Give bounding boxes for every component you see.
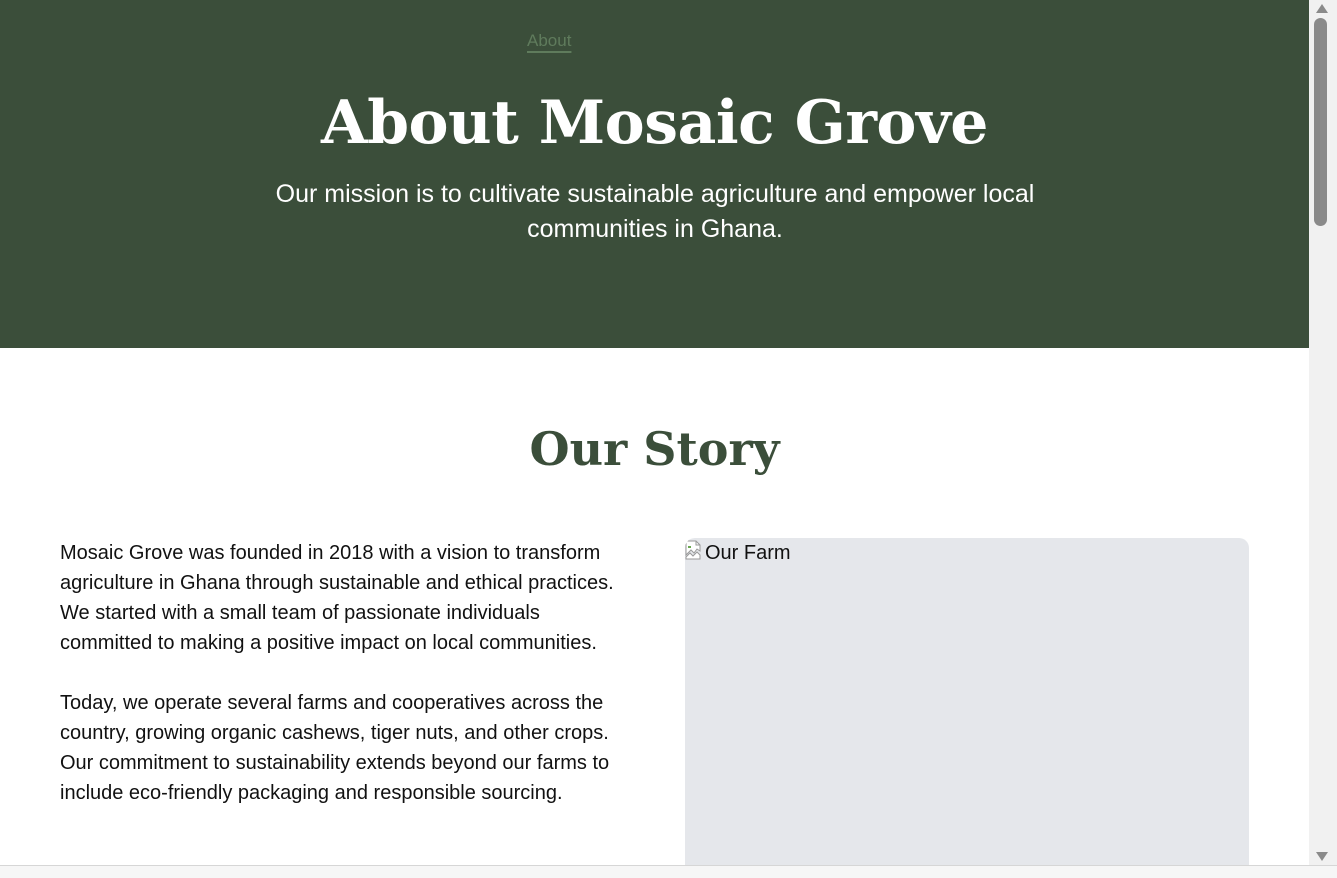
vertical-scrollbar[interactable]: [1309, 0, 1337, 865]
story-paragraph: Mosaic Grove was founded in 2018 with a …: [60, 542, 614, 654]
farm-image-alt-text: Our Farm: [705, 542, 791, 564]
farm-image: Our Farm: [685, 538, 1249, 865]
hero-subtitle: Our mission is to cultivate sustainable …: [275, 180, 1035, 243]
scroll-down-icon[interactable]: [1316, 852, 1328, 861]
window-bottom-edge: [0, 865, 1337, 878]
scroll-up-icon[interactable]: [1316, 4, 1328, 13]
story-heading: Our Story: [529, 422, 780, 476]
story-paragraph: Today, we operate several farms and coop…: [60, 692, 610, 804]
nav-link-about[interactable]: About: [527, 31, 571, 51]
scrollbar-thumb[interactable]: [1314, 18, 1327, 226]
hero-section: About About Mosaic Grove Our mission is …: [0, 0, 1309, 348]
broken-image-icon: [685, 540, 701, 560]
story-text: Mosaic Grove was founded in 2018 with a …: [60, 538, 635, 838]
page-title: About Mosaic Grove: [321, 88, 988, 158]
page-viewport: About About Mosaic Grove Our mission is …: [0, 0, 1309, 865]
